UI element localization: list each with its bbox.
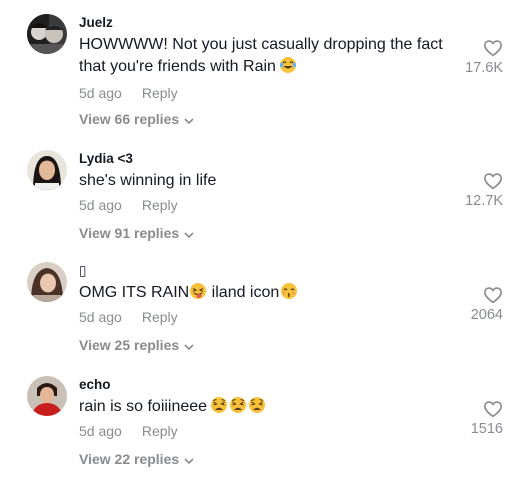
view-replies-label: View 66 replies xyxy=(79,111,180,127)
weary-face-emoji xyxy=(210,396,228,421)
comment-text-body: OMG ITS RAIN xyxy=(79,284,190,301)
heart-icon xyxy=(483,401,503,418)
comment-text-body: she's winning in life xyxy=(79,172,217,189)
weary-face-emoji xyxy=(248,396,266,421)
comment-text-body: HOWWWW! Not you just casually dropping t… xyxy=(79,36,443,75)
chevron-down-icon xyxy=(184,337,194,355)
like-count: 17.6K xyxy=(465,60,503,76)
heart-icon xyxy=(483,173,503,190)
comment-username[interactable]: Juelz xyxy=(79,14,113,32)
reply-button[interactable]: Reply xyxy=(142,309,178,325)
comment-item: Juelz HOWWWW! Not you just casually drop… xyxy=(0,14,527,128)
comment-text: she's winning in life xyxy=(79,170,459,192)
comment-item: echo rain is so foiiineee 5d ago Reply Vi… xyxy=(0,376,527,490)
comment-time: 5d ago xyxy=(79,423,122,439)
chevron-down-icon xyxy=(184,111,194,129)
comment-text-body-2: iland icon xyxy=(207,284,280,301)
comment-text: HOWWWW! Not you just casually dropping t… xyxy=(79,34,459,81)
comment-meta: 5d ago Reply xyxy=(79,196,178,214)
view-replies-button[interactable]: View 66 replies xyxy=(79,110,194,129)
chevron-down-icon xyxy=(184,225,194,243)
like-button[interactable]: 2064 xyxy=(445,286,505,323)
weary-face-emoji xyxy=(229,396,247,421)
comment-time: 5d ago xyxy=(79,309,122,325)
avatar[interactable] xyxy=(27,14,67,54)
kissing-smile-emoji xyxy=(280,282,298,307)
like-button[interactable]: 17.6K xyxy=(445,39,505,76)
comment-item: Lydia <3 she's winning in life 5d ago Rep… xyxy=(0,150,527,264)
view-replies-label: View 91 replies xyxy=(79,225,180,241)
tears-of-joy-emoji xyxy=(279,56,297,81)
comment-time: 5d ago xyxy=(79,197,122,213)
heart-icon xyxy=(483,40,503,57)
like-count: 1516 xyxy=(470,421,503,437)
view-replies-button[interactable]: View 25 replies xyxy=(79,336,194,355)
like-button[interactable]: 12.7K xyxy=(445,172,505,209)
comment-username[interactable]: Lydia <3 xyxy=(79,150,133,168)
comment-username[interactable]: ▯ xyxy=(79,262,86,280)
tongue-out-emoji xyxy=(189,282,207,307)
comment-meta: 5d ago Reply xyxy=(79,308,178,326)
like-button[interactable]: 1516 xyxy=(445,400,505,437)
reply-button[interactable]: Reply xyxy=(142,197,178,213)
view-replies-label: View 25 replies xyxy=(79,337,180,353)
avatar[interactable] xyxy=(27,262,67,302)
like-count: 12.7K xyxy=(465,193,503,209)
comment-text-body: rain is so foiiineee xyxy=(79,398,208,415)
heart-icon xyxy=(483,287,503,304)
comment-time: 5d ago xyxy=(79,85,122,101)
comment-meta: 5d ago Reply xyxy=(79,84,178,102)
view-replies-button[interactable]: View 22 replies xyxy=(79,450,194,469)
chevron-down-icon xyxy=(184,451,194,469)
comment-meta: 5d ago Reply xyxy=(79,422,178,440)
avatar[interactable] xyxy=(27,150,67,190)
like-count: 2064 xyxy=(470,307,503,323)
comment-text: rain is so foiiineee xyxy=(79,396,459,421)
reply-button[interactable]: Reply xyxy=(142,85,178,101)
reply-button[interactable]: Reply xyxy=(142,423,178,439)
view-replies-button[interactable]: View 91 replies xyxy=(79,224,194,243)
avatar[interactable] xyxy=(27,376,67,416)
comment-text: OMG ITS RAIN iland icon xyxy=(79,282,459,307)
comment-item: ▯ OMG ITS RAIN iland icon 5d ago Reply Vi… xyxy=(0,262,527,376)
comment-username[interactable]: echo xyxy=(79,376,111,394)
view-replies-label: View 22 replies xyxy=(79,451,180,467)
